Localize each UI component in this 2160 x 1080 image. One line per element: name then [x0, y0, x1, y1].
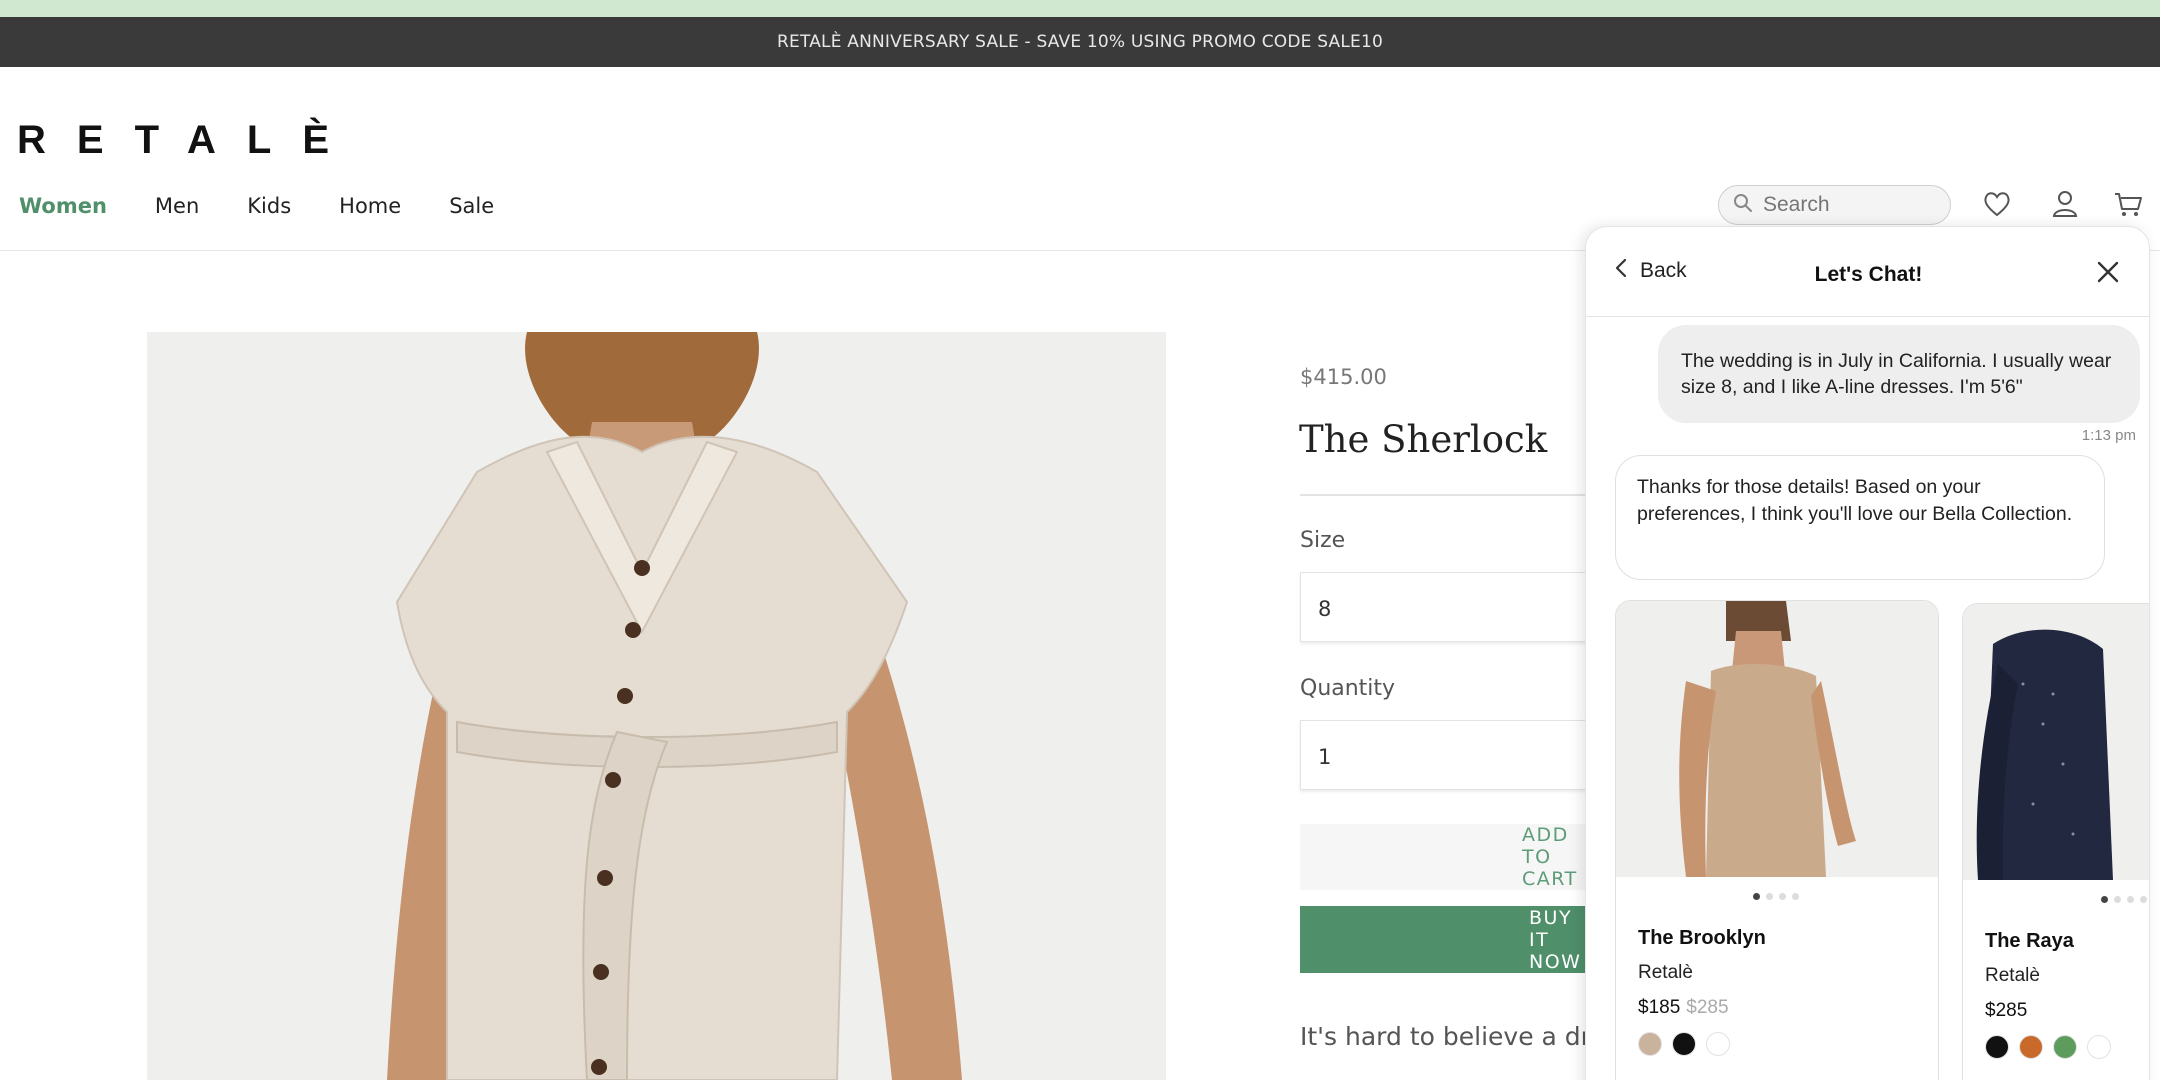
add-to-cart-button[interactable]: ADD TO CART [1300, 824, 1590, 890]
carousel-dot[interactable] [2114, 896, 2121, 903]
card-price: $285 [1985, 1000, 2027, 1022]
product-title: The Sherlock [1299, 418, 1548, 461]
size-select[interactable]: 8 [1300, 572, 1590, 642]
buy-now-button[interactable]: BUY IT NOW [1300, 906, 1590, 973]
swatch-white[interactable] [2087, 1035, 2111, 1059]
chat-panel: Back Let's Chat! The wedding is in July … [1585, 226, 2150, 1080]
image-carousel-dots[interactable] [2101, 896, 2147, 903]
brand-logo[interactable]: RETALÈ [17, 118, 360, 163]
cart-icon[interactable] [2113, 189, 2143, 219]
product-card-raya[interactable]: The Raya Retalè $285 [1962, 603, 2149, 1080]
quantity-input[interactable]: 1 [1300, 720, 1590, 790]
color-swatches [1985, 1035, 2111, 1059]
quantity-label: Quantity [1300, 676, 1396, 701]
card-sale-price: $185 [1638, 997, 1681, 1018]
card-product-name: The Brooklyn [1638, 927, 1766, 949]
carousel-dot[interactable] [2127, 896, 2134, 903]
product-card-image [1963, 604, 2149, 880]
chat-title: Let's Chat! [1814, 263, 1923, 286]
card-brand: Retalè [1985, 965, 2040, 986]
nav-item-men[interactable]: Men [155, 194, 199, 218]
carousel-dot[interactable] [1779, 893, 1786, 900]
size-label: Size [1300, 528, 1346, 553]
chat-message-bot: Thanks for those details! Based on your … [1615, 455, 2105, 580]
title-divider [1300, 494, 1590, 496]
product-description: It's hard to believe a dress like this i… [1300, 1022, 1590, 1051]
nav-item-sale[interactable]: Sale [449, 194, 494, 218]
carousel-dot[interactable] [1792, 893, 1799, 900]
carousel-dot[interactable] [1753, 893, 1760, 900]
account-icon[interactable] [2050, 189, 2080, 219]
carousel-dot[interactable] [2101, 896, 2108, 903]
main-nav: Women Men Kids Home Sale [19, 194, 542, 218]
search-box[interactable] [1718, 185, 1951, 225]
card-price: $185 $285 [1638, 997, 1729, 1019]
product-card-brooklyn[interactable]: The Brooklyn Retalè $185 $285 [1615, 600, 1939, 1080]
swatch-black[interactable] [1672, 1032, 1696, 1056]
swatch-green[interactable] [2053, 1035, 2077, 1059]
color-swatches [1638, 1032, 1730, 1056]
card-original-price: $285 [1686, 997, 1729, 1018]
carousel-dot[interactable] [1766, 893, 1773, 900]
carousel-dot[interactable] [2140, 896, 2147, 903]
top-strip [0, 0, 2160, 17]
image-carousel-dots[interactable] [1753, 893, 1799, 900]
nav-item-kids[interactable]: Kids [247, 194, 291, 218]
swatch-black[interactable] [1985, 1035, 2009, 1059]
swatch-tan[interactable] [1638, 1032, 1662, 1056]
swatch-white[interactable] [1706, 1032, 1730, 1056]
product-image[interactable] [147, 332, 1166, 1080]
card-product-name: The Raya [1985, 930, 2074, 952]
product-card-image [1616, 601, 1938, 877]
heart-icon[interactable] [1982, 189, 2012, 219]
close-icon[interactable] [2095, 259, 2123, 287]
nav-item-women[interactable]: Women [19, 194, 107, 218]
swatch-orange[interactable] [2019, 1035, 2043, 1059]
card-brand: Retalè [1638, 962, 1693, 983]
chat-header: Back Let's Chat! [1586, 227, 2149, 317]
search-input[interactable] [1763, 193, 1933, 217]
chat-message-user: The wedding is in July in California. I … [1658, 325, 2140, 423]
search-icon [1733, 193, 1753, 218]
promo-banner: RETALÈ ANNIVERSARY SALE - SAVE 10% USING… [0, 17, 2160, 67]
card-sale-price: $285 [1985, 1000, 2028, 1021]
product-price: $415.00 [1300, 365, 1387, 389]
nav-item-home[interactable]: Home [339, 194, 401, 218]
chat-message-time: 1:13 pm [2081, 427, 2136, 444]
